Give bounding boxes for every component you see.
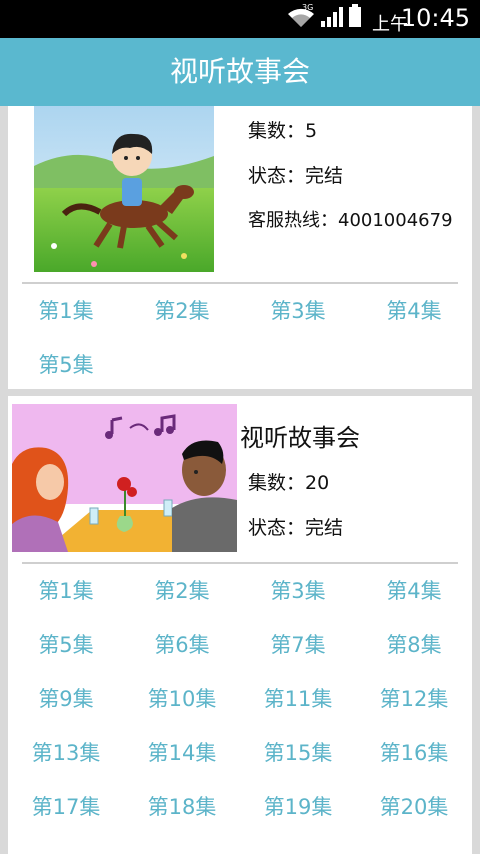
- network-type-label: 3G: [302, 3, 314, 12]
- story-card[interactable]: 视听故事会 集数：20 状态：完结 第1集 第2集 第3集 第4集 第5集 第6…: [8, 396, 472, 836]
- episode-count: 集数：5: [248, 120, 318, 142]
- status-bar: 3G 上午 10:45: [0, 0, 480, 38]
- episode-link[interactable]: 第1集: [8, 291, 124, 331]
- episode-link[interactable]: 第2集: [124, 291, 240, 331]
- episode-link[interactable]: 第15集: [240, 733, 356, 773]
- episode-link[interactable]: 第19集: [240, 787, 356, 827]
- divider: [22, 562, 458, 564]
- episode-link[interactable]: 第12集: [356, 679, 472, 719]
- story-status: 状态：完结: [248, 517, 344, 539]
- episode-link[interactable]: 第16集: [356, 733, 472, 773]
- episode-link[interactable]: 第11集: [240, 679, 356, 719]
- episode-link[interactable]: 第14集: [124, 733, 240, 773]
- clock: 10:45: [400, 4, 470, 32]
- app-title: 视听故事会: [169, 55, 310, 88]
- story-thumbnail[interactable]: [12, 404, 237, 552]
- episode-link[interactable]: 第20集: [356, 787, 472, 827]
- episode-link[interactable]: 第4集: [356, 291, 472, 331]
- episode-link[interactable]: 第9集: [8, 679, 124, 719]
- story-status: 状态：完结: [248, 165, 344, 187]
- status-icons: 3G: [286, 4, 362, 32]
- story-thumbnail[interactable]: [34, 106, 214, 272]
- service-hotline: 客服热线：4001004679: [248, 210, 453, 231]
- episode-link[interactable]: 第1集: [8, 571, 124, 611]
- episode-link[interactable]: 第18集: [124, 787, 240, 827]
- story-list[interactable]: 集数：5 状态：完结 客服热线：4001004679 第1集 第2集 第3集 第…: [0, 106, 480, 854]
- story-title: 视听故事会: [240, 424, 360, 452]
- story-card[interactable]: 集数：5 状态：完结 客服热线：4001004679 第1集 第2集 第3集 第…: [8, 106, 472, 389]
- divider: [22, 282, 458, 284]
- battery-icon: [348, 4, 362, 32]
- episode-link[interactable]: 第7集: [240, 625, 356, 665]
- episode-link[interactable]: 第13集: [8, 733, 124, 773]
- app-title-bar: 视听故事会: [0, 38, 480, 106]
- episode-link[interactable]: 第4集: [356, 571, 472, 611]
- episode-link[interactable]: 第10集: [124, 679, 240, 719]
- episode-link[interactable]: 第6集: [124, 625, 240, 665]
- episode-link[interactable]: 第2集: [124, 571, 240, 611]
- episode-link[interactable]: 第8集: [356, 625, 472, 665]
- episode-count: 集数：20: [248, 472, 330, 494]
- episode-link[interactable]: 第17集: [8, 787, 124, 827]
- signal-icon: 3G: [302, 4, 344, 32]
- episode-link[interactable]: 第5集: [8, 625, 124, 665]
- episode-link[interactable]: 第3集: [240, 291, 356, 331]
- story-card[interactable]: [8, 836, 472, 854]
- episode-link[interactable]: 第3集: [240, 571, 356, 611]
- episode-link[interactable]: 第5集: [8, 345, 124, 385]
